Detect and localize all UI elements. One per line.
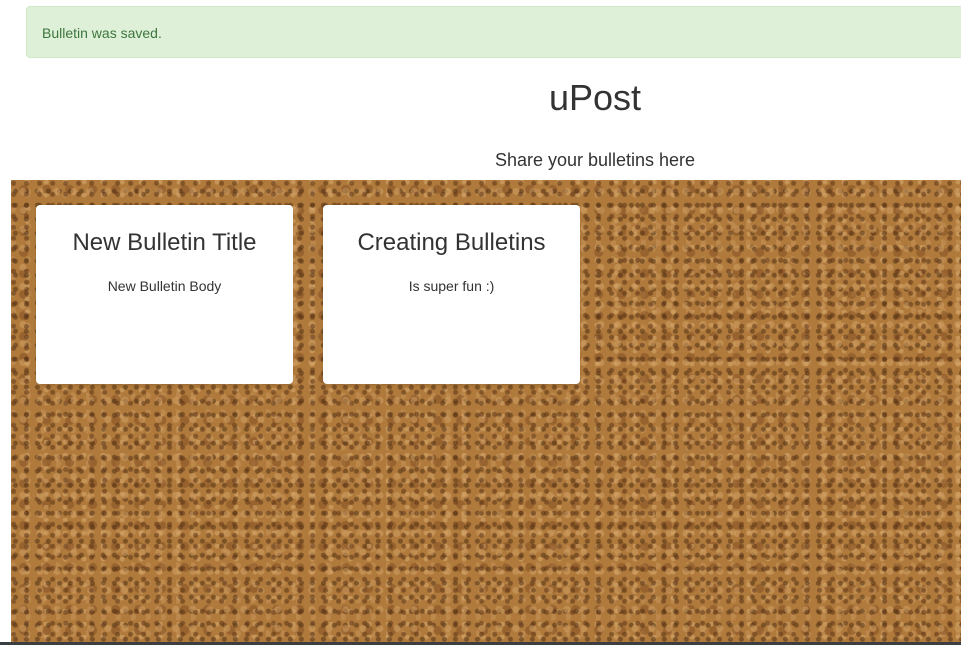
bulletin-body: Is super fun :) <box>408 278 495 294</box>
page: Bulletin was saved. uPost Share your bul… <box>0 0 961 645</box>
alert-message: Bulletin was saved. <box>42 25 162 41</box>
bulletin-title: New Bulletin Title <box>72 229 257 256</box>
success-alert: Bulletin was saved. <box>26 6 961 58</box>
bulletin-title: Creating Bulletins <box>357 229 546 256</box>
page-title: uPost <box>548 77 642 118</box>
bulletin-board: New Bulletin Title New Bulletin Body Cre… <box>11 180 961 642</box>
bulletin-card[interactable]: Creating Bulletins Is super fun :) <box>323 205 580 384</box>
bulletin-body: New Bulletin Body <box>107 278 222 294</box>
bulletin-card[interactable]: New Bulletin Title New Bulletin Body <box>36 205 293 384</box>
page-subtitle: Share your bulletins here <box>494 150 696 170</box>
